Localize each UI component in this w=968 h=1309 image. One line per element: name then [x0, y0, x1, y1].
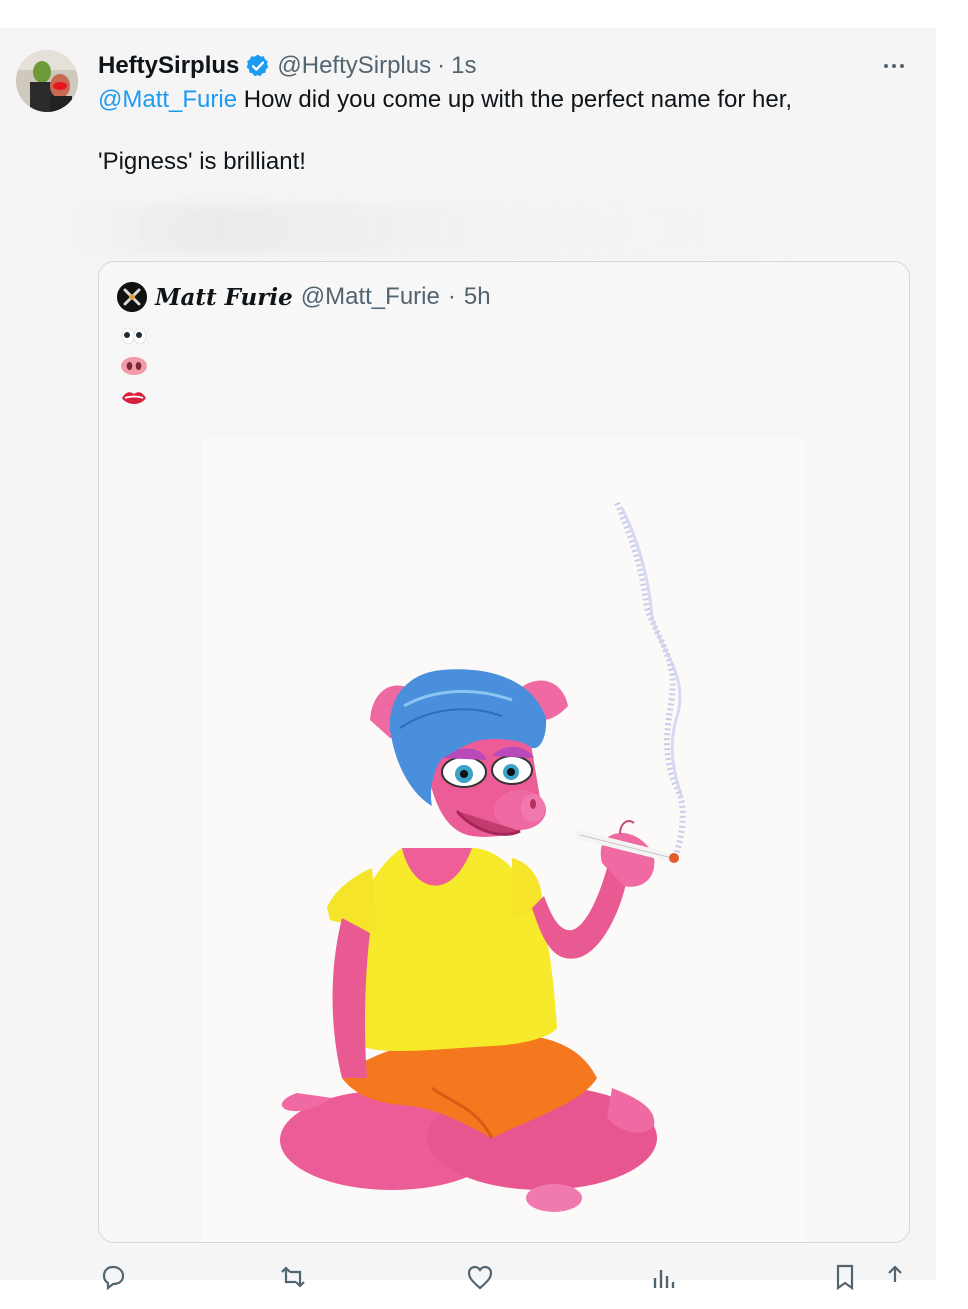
- avatar[interactable]: [16, 50, 78, 112]
- pigness-illustration: [202, 438, 805, 1242]
- bookmark-icon[interactable]: [830, 1262, 860, 1292]
- pig-nose-icon: [121, 357, 147, 375]
- tweet-text-line-2: 'Pigness' is brilliant!: [98, 148, 306, 175]
- lips-icon: [122, 392, 146, 404]
- mention-link[interactable]: @Matt_Furie: [98, 86, 237, 113]
- eyes-icon: [121, 327, 147, 345]
- quoted-image[interactable]: [202, 438, 805, 1242]
- tweet[interactable]: HeftySirplus @HeftySirplus · 1s @Matt_Fu…: [0, 29, 936, 1280]
- tweet-text: How did you come up with the perfect nam…: [237, 86, 793, 113]
- quoted-author-name[interactable]: Matt Furie: [155, 284, 293, 311]
- verified-badge-icon: [247, 54, 269, 77]
- views-icon[interactable]: [648, 1262, 678, 1292]
- like-icon[interactable]: [465, 1262, 495, 1292]
- timestamp[interactable]: 1s: [451, 52, 476, 80]
- more-options-icon[interactable]: [876, 51, 912, 81]
- author-handle[interactable]: @HeftySirplus: [277, 52, 431, 80]
- previous-tweet-edge: [0, 0, 936, 29]
- quoted-avatar[interactable]: [117, 282, 147, 312]
- tweet-text-line-1: @Matt_Furie How did you come up with the…: [98, 85, 792, 115]
- separator-dot: ·: [437, 52, 446, 79]
- author-name[interactable]: HeftySirplus: [98, 52, 239, 80]
- retweet-icon[interactable]: [278, 1262, 308, 1292]
- page: HeftySirplus @HeftySirplus · 1s @Matt_Fu…: [0, 0, 968, 1291]
- quoted-author-handle[interactable]: @Matt_Furie: [301, 283, 440, 311]
- quoted-timestamp[interactable]: 5h: [464, 283, 491, 311]
- scrollbar-gutter[interactable]: [936, 0, 968, 1280]
- tweet-header: HeftySirplus @HeftySirplus · 1s: [98, 51, 476, 81]
- quoted-separator-dot: ·: [447, 283, 456, 310]
- quoted-tweet-header: Matt Furie @Matt_Furie · 5h: [117, 280, 491, 314]
- blurred-area: [60, 204, 800, 254]
- reply-icon[interactable]: [98, 1262, 128, 1292]
- quoted-tweet[interactable]: Matt Furie @Matt_Furie · 5h: [98, 261, 910, 1243]
- share-icon[interactable]: [880, 1262, 910, 1292]
